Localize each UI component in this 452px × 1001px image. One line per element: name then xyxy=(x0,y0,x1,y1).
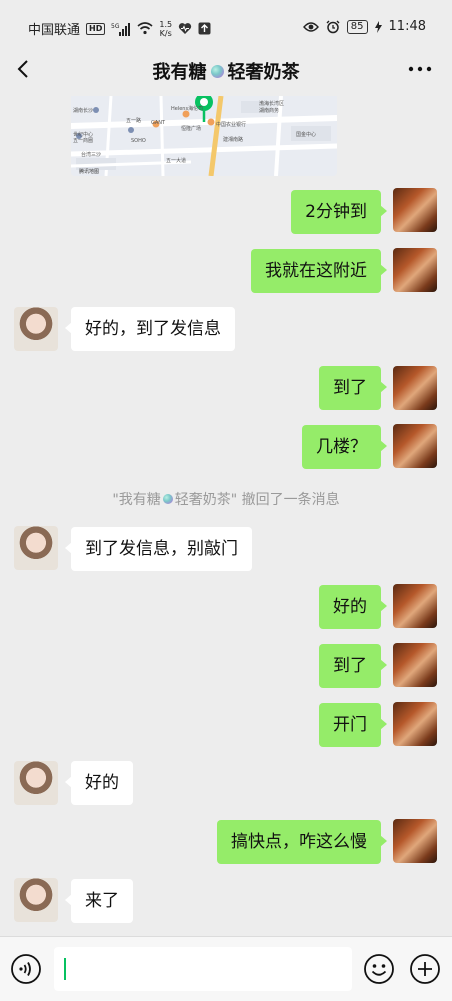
my-avatar[interactable] xyxy=(393,584,437,628)
my-avatar[interactable] xyxy=(393,248,437,292)
message-bubble-mine[interactable]: 搞快点，咋这么慢 xyxy=(217,820,387,864)
wifi-icon xyxy=(137,22,153,35)
map-label: 中国农业银行 xyxy=(216,121,246,128)
title-part-2: 轻奢奶茶 xyxy=(227,62,300,83)
my-avatar[interactable] xyxy=(393,424,437,468)
sugar-emoji-icon xyxy=(162,494,173,504)
contact-avatar[interactable] xyxy=(14,761,58,805)
message-bubble-mine[interactable]: 开门 xyxy=(319,703,387,747)
message-bubble-contact[interactable]: 来了 xyxy=(65,879,133,923)
battery-level: 85 xyxy=(346,19,368,34)
eye-icon xyxy=(302,21,319,32)
more-icon[interactable] xyxy=(408,64,432,74)
map-label: 湖南长沙 xyxy=(73,107,93,114)
emoji-icon[interactable] xyxy=(363,953,395,985)
chat-title: 我有糖 轻奢奶茶 xyxy=(0,58,452,84)
map-label: 湖南商务 xyxy=(259,107,279,114)
text-caret xyxy=(64,958,66,980)
recall-notice: "我有糖 轻奢奶茶" 撤回了一条消息 xyxy=(112,492,340,508)
map-label: 世纪中心 xyxy=(73,131,93,138)
location-map-card[interactable]: Helens海伦司 渤海长湾区 湖南长沙 恒隆广场 中国农业银行 湖南商务 五一… xyxy=(71,96,337,176)
my-avatar[interactable] xyxy=(393,188,437,232)
message-input[interactable] xyxy=(54,947,352,991)
message-bubble-contact[interactable]: 好的 xyxy=(65,761,133,805)
my-avatar[interactable] xyxy=(393,702,437,746)
map-label: 五一商圈 xyxy=(73,137,93,144)
alarm-icon xyxy=(326,20,340,33)
map-label: 五一大道 xyxy=(166,157,186,164)
map-label: 渤海长湾区 xyxy=(259,100,284,107)
sugar-emoji-icon xyxy=(210,64,224,78)
voice-icon[interactable] xyxy=(10,953,42,985)
map-label: 腾讯地图 xyxy=(79,168,99,175)
message-bubble-mine[interactable]: 几楼？ xyxy=(302,425,387,469)
status-bar: 中国联通 HD 5G 1.5 K/s 85 11:48 xyxy=(0,0,452,54)
map-label: 恒隆广场 xyxy=(181,125,201,132)
message-bubble-mine[interactable]: 到了 xyxy=(319,366,387,410)
net-speed: 1.5 K/s xyxy=(159,19,173,38)
contact-avatar[interactable] xyxy=(14,526,58,570)
carrier-label: 中国联通 xyxy=(28,23,81,38)
message-bubble-contact[interactable]: 好的，到了发信息 xyxy=(65,307,235,351)
message-bubble-mine[interactable]: 到了 xyxy=(319,644,387,688)
map-label: 建湘南路 xyxy=(223,136,243,143)
my-avatar[interactable] xyxy=(393,643,437,687)
map-label: Helens海伦司 xyxy=(171,105,203,112)
map-label: SOHO xyxy=(131,138,146,144)
message-bubble-mine[interactable]: 2分钟到 xyxy=(291,190,387,234)
title-part-1: 我有糖 xyxy=(152,62,207,83)
message-bubble-contact[interactable]: 到了发信息，别敲门 xyxy=(65,527,252,571)
charging-icon xyxy=(374,20,382,33)
map-label: 台湾三沙 xyxy=(81,151,101,158)
my-avatar[interactable] xyxy=(393,366,437,410)
message-bubble-mine[interactable]: 好的 xyxy=(319,585,387,629)
plus-icon[interactable] xyxy=(409,953,441,985)
input-bar xyxy=(0,936,452,1001)
chat-header: 我有糖 轻奢奶茶 xyxy=(0,50,452,92)
contact-avatar[interactable] xyxy=(14,307,58,351)
hd-badge: HD xyxy=(86,22,106,35)
map-label: 国金中心 xyxy=(296,131,316,138)
signal-label: 5G xyxy=(111,23,120,30)
heart-icon xyxy=(178,23,192,34)
upload-icon xyxy=(198,22,211,35)
contact-avatar[interactable] xyxy=(14,878,58,922)
clock: 11:48 xyxy=(388,19,426,34)
map-image: Helens海伦司 渤海长湾区 湖南长沙 恒隆广场 中国农业银行 湖南商务 五一… xyxy=(71,96,337,176)
map-label: GANT xyxy=(151,120,166,126)
message-bubble-mine[interactable]: 我就在这附近 xyxy=(251,249,387,293)
my-avatar[interactable] xyxy=(393,819,437,863)
map-label: 五一路 xyxy=(126,117,141,124)
signal-icon: 5G xyxy=(111,22,131,36)
